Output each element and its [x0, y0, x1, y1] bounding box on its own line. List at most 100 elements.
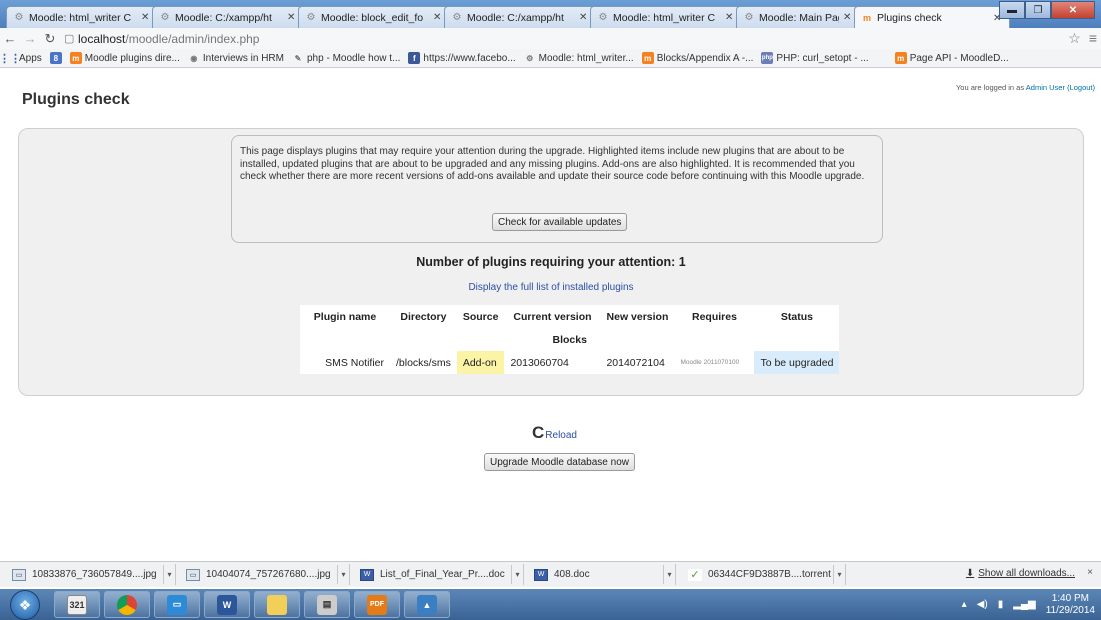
php-icon: php — [761, 52, 774, 64]
picture-icon: ▲ — [417, 594, 437, 615]
page-icon: ▢ — [64, 33, 75, 45]
download-item[interactable]: W 408.doc ▾ — [526, 564, 676, 585]
moodle-gear-icon: ⚙ — [452, 12, 462, 23]
close-tab-icon[interactable]: ✕ — [579, 12, 589, 23]
pdf-icon: PDF — [367, 594, 387, 615]
url-field[interactable]: ▢ localhost/moodle/admin/index.php — [64, 29, 1084, 48]
chevron-down-icon[interactable]: ▾ — [833, 565, 845, 584]
start-button-icon[interactable]: ❖ — [10, 590, 40, 620]
moodle-gear-icon: ⚙ — [306, 12, 316, 23]
taskbar-app[interactable] — [104, 591, 150, 618]
download-item[interactable]: ▭ 10833876_736057849....jpg ▾ — [4, 564, 176, 585]
browser-tab[interactable]: ⚙ Moodle: C:/xampp/ht ✕ — [152, 6, 304, 28]
browser-tab-active[interactable]: m Plugins check ✕ — [854, 6, 1010, 29]
moodle-gear-icon: ⚙ — [744, 12, 754, 23]
bookmark-item[interactable]: m Moodle plugins dire... — [69, 52, 180, 64]
close-window-icon[interactable]: ✕ — [1051, 1, 1095, 19]
moodle-gear-icon: ⚙ — [14, 12, 24, 23]
taskbar-app[interactable]: ▭ — [154, 591, 200, 618]
close-downloads-icon[interactable]: × — [1087, 567, 1093, 578]
reload-label[interactable]: Reload — [545, 430, 577, 441]
bookmark-item[interactable]: ✎ php - Moodle how t... — [292, 52, 401, 64]
volume-icon[interactable]: ◀) — [977, 599, 988, 610]
moodle-gear-icon: ⚙ — [160, 12, 170, 23]
address-bar: ← → ↻ ▢ localhost/moodle/admin/index.php… — [0, 28, 1101, 49]
logout-link[interactable]: (Logout) — [1067, 83, 1095, 92]
network-icon[interactable]: ▮ — [998, 599, 1004, 610]
google-icon: 8 — [49, 52, 62, 64]
browser-tab[interactable]: ⚙ Moodle: Main Page ✕ — [736, 6, 860, 28]
page-content: Plugins check You are logged in as Admin… — [0, 69, 1101, 547]
table-group-row: Blocks — [300, 328, 839, 351]
bookmark-item[interactable]: m Page API - MoodleD... — [894, 52, 1009, 64]
close-tab-icon[interactable]: ✕ — [433, 12, 443, 23]
tray-expand-icon[interactable]: ▴ — [962, 599, 967, 610]
browser-tab[interactable]: ⚙ Moodle: html_writer C ✕ — [6, 6, 158, 28]
chevron-down-icon[interactable]: ▾ — [163, 565, 175, 584]
download-item[interactable]: ▭ 10404074_757267680....jpg ▾ — [178, 564, 350, 585]
cell-directory: /blocks/sms — [396, 356, 451, 369]
chevron-down-icon[interactable]: ▾ — [337, 565, 349, 584]
bookmark-star-icon[interactable]: ☆ — [1068, 30, 1081, 47]
close-tab-icon[interactable]: ✕ — [725, 12, 735, 23]
close-tab-icon[interactable]: ✕ — [141, 12, 151, 23]
full-list-link[interactable]: Display the full list of installed plugi… — [19, 282, 1083, 293]
plugins-table: Plugin name Directory Source Current ver… — [300, 305, 840, 374]
browser-tab[interactable]: ⚙ Moodle: html_writer C ✕ — [590, 6, 742, 28]
word-file-icon: W — [360, 568, 374, 581]
forward-arrow-icon[interactable]: → — [20, 31, 40, 46]
reload-link[interactable]: C Reload — [532, 424, 577, 441]
show-all-downloads-link[interactable]: ⬇ Show all downloads... — [966, 568, 1075, 579]
upgrade-database-button[interactable]: Upgrade Moodle database now — [484, 453, 635, 471]
moodle-m-icon: m — [894, 52, 907, 64]
download-name: 10404074_757267680....jpg — [206, 569, 331, 580]
menu-icon[interactable]: ≡ — [1089, 30, 1097, 47]
browser-tab[interactable]: ⚙ Moodle: block_edit_fo ✕ — [298, 6, 450, 28]
bookmark-label: Interviews in HRM — [202, 52, 284, 64]
browser-tab-strip: ⚙ Moodle: html_writer C ✕ ⚙ Moodle: C:/x… — [0, 0, 1101, 29]
taskbar-app[interactable]: PDF — [354, 591, 400, 618]
tab-title: Moodle: html_writer C — [613, 11, 716, 24]
taskbar-app[interactable] — [254, 591, 300, 618]
col-plugin-name: Plugin name — [313, 310, 377, 323]
download-item[interactable]: ✓ 06344CF9D3887B....torrent ▾ — [680, 564, 846, 585]
browser-tab[interactable]: ⚙ Moodle: C:/xampp/ht ✕ — [444, 6, 596, 28]
bookmark-item[interactable]: 8 — [49, 52, 62, 64]
check-updates-button[interactable]: Check for available updates — [492, 213, 628, 231]
image-file-icon: ▭ — [186, 568, 200, 581]
torrent-file-icon: ✓ — [688, 568, 702, 581]
chevron-down-icon[interactable]: ▾ — [663, 565, 675, 584]
taskbar-app[interactable]: ▲ — [404, 591, 450, 618]
full-list-label[interactable]: Display the full list of installed plugi… — [468, 282, 633, 293]
minimize-icon[interactable]: ▬ — [999, 1, 1025, 19]
downloads-bar: ▭ 10833876_736057849....jpg ▾ ▭ 10404074… — [0, 561, 1101, 587]
chevron-down-icon[interactable]: ▾ — [511, 565, 523, 584]
col-source: Source — [462, 310, 499, 323]
taskbar-app[interactable]: W — [204, 591, 250, 618]
show-all-label[interactable]: Show all downloads... — [978, 568, 1075, 579]
bookmark-item[interactable]: f https://www.facebo... — [408, 52, 516, 64]
bookmark-item[interactable]: php PHP: curl_setopt - ... — [761, 52, 869, 64]
bookmark-item[interactable]: m Blocks/Appendix A -... — [641, 52, 753, 64]
calendar-icon: 321 — [67, 594, 87, 615]
login-info: You are logged in as Admin User (Logout) — [956, 83, 1095, 92]
user-link[interactable]: Admin User — [1026, 83, 1065, 92]
reload-icon[interactable]: ↻ — [40, 31, 60, 47]
maximize-icon[interactable]: ❐ — [1025, 1, 1051, 19]
reload-icon: C — [532, 423, 545, 442]
close-tab-icon[interactable]: ✕ — [843, 12, 853, 23]
tab-title: Plugins check — [877, 12, 942, 24]
clock[interactable]: 1:40 PM 11/29/2014 — [1046, 593, 1095, 617]
bookmark-label: Moodle: html_writer... — [538, 52, 634, 64]
bookmark-item[interactable]: ◉ Interviews in HRM — [188, 52, 284, 64]
close-tab-icon[interactable]: ✕ — [287, 12, 297, 23]
signal-bars-icon[interactable]: ▂▄▆ — [1013, 599, 1035, 610]
bookmark-item[interactable]: ⚙ Moodle: html_writer... — [524, 52, 634, 64]
back-arrow-icon[interactable]: ← — [0, 31, 20, 46]
taskbar-app[interactable]: 321 — [54, 591, 100, 618]
notepad-icon: ▤ — [317, 594, 337, 615]
taskbar-app[interactable]: ▤ — [304, 591, 350, 618]
download-item[interactable]: W List_of_Final_Year_Pr....doc ▾ — [352, 564, 524, 585]
folder-icon — [267, 594, 287, 615]
bookmark-item[interactable]: ⋮⋮ Apps — [0, 52, 42, 65]
